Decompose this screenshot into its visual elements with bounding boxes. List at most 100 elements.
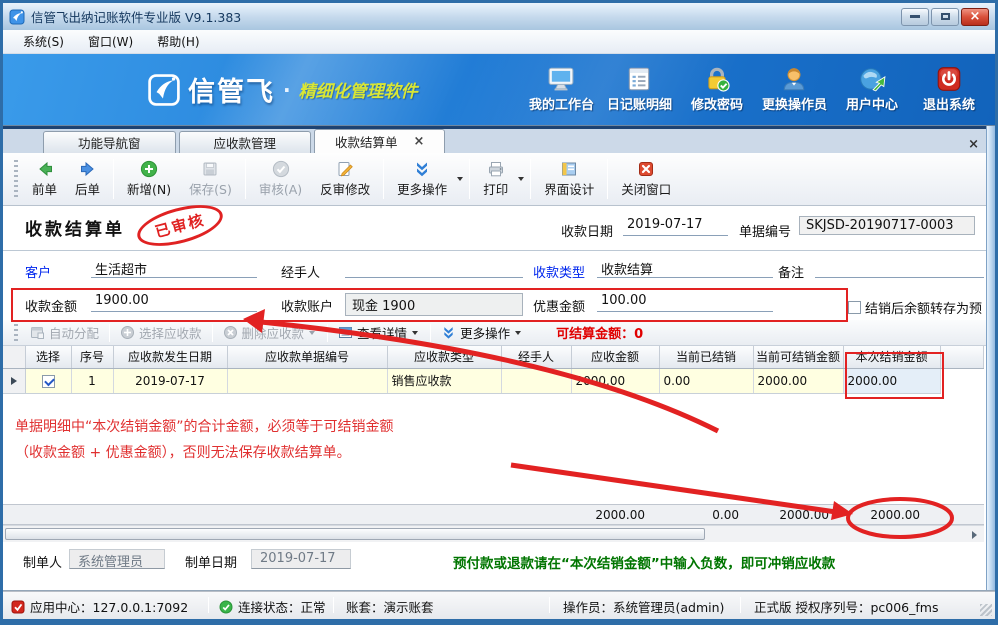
client-area: 功能导航窗 应收款管理 收款结算单 × × 前单 后单 新增(N) [3,125,995,591]
status-bar: 应用中心：127.0.0.1:7092 连接状态：正常 账套：演示账套 操作员：… [3,591,995,619]
maximize-button[interactable] [931,8,959,26]
minimize-button[interactable] [901,8,929,26]
total-settled: 0.00 [659,508,753,522]
print-button[interactable]: 打印 [474,157,517,201]
app-window: 信管飞出纳记账软件专业版 V9.1.383 × 系统(S) 窗口(W) 帮助(H… [0,0,998,625]
workbench-monitor-icon [547,66,575,92]
receipt-date-input[interactable]: 2019-07-17 [623,217,728,236]
menu-window[interactable]: 窗口(W) [78,31,143,52]
resize-grip[interactable] [980,604,992,616]
scrollbar-thumb[interactable] [5,528,705,540]
maximize-icon [941,13,950,20]
title-bar: 信管飞出纳记账软件专业版 V9.1.383 × [3,3,995,30]
total-receivable: 2000.00 [571,508,659,522]
tab-receivable-mgmt[interactable]: 应收款管理 [179,131,312,153]
discount-input[interactable]: 100.00 [597,293,773,312]
scroll-right-icon[interactable] [967,529,981,540]
table-row[interactable]: 1 2019-07-17 销售应收款 2000.00 0.00 2000.00 … [3,368,984,393]
col-select[interactable]: 选择 [25,346,71,368]
banner-action-change-password[interactable]: 修改密码 [685,66,749,113]
more-actions-button[interactable]: 更多操作 [434,321,530,344]
row-select-checkbox[interactable] [25,368,71,393]
col-settled[interactable]: 当前已结销 [659,346,753,368]
grid-header-row: 选择 序号 应收款发生日期 应收款单据编号 应收款类型 经手人 应收金额 当前已… [3,346,984,368]
maker-field: 系统管理员 [69,549,165,569]
cell-receivable: 2000.00 [571,368,659,393]
banner-action-journal[interactable]: 日记账明细 [607,66,672,113]
view-detail-button[interactable]: 查看详情 [331,321,427,344]
banner-action-user-center[interactable]: 用户中心 [840,66,904,113]
doc-no-label: 单据编号 [739,221,791,240]
col-seq[interactable]: 序号 [71,346,113,368]
brand-name: 信管飞 [188,70,275,109]
col-current-settle[interactable]: 本次结销金额 [843,346,940,368]
form-footer: 制单人 系统管理员 制单日期 2019-07-17 预付款或退款请在“本次结销金… [3,542,995,590]
auto-assign-button: 自动分配 [23,321,106,344]
amount-input[interactable]: 1900.00 [91,293,257,312]
receipt-type-input[interactable]: 收款结算 [597,259,773,278]
chevron-down-icon[interactable] [412,331,418,335]
brand-tagline: 精细化管理软件 [299,77,418,102]
cell-current-settle[interactable]: 2000.00 [843,368,940,393]
cell-date: 2019-07-17 [113,368,227,393]
menu-system[interactable]: 系统(S) [13,31,74,52]
col-date[interactable]: 应收款发生日期 [113,346,227,368]
document-toolbar: 前单 后单 新增(N) 保存(S) 审核(A) 反审修改 [3,153,995,206]
col-receivable[interactable]: 应收金额 [571,346,659,368]
ui-design-button[interactable]: 界面设计 [535,157,603,201]
chevron-down-icon[interactable] [457,177,463,181]
more-actions-icon [441,325,456,340]
switch-operator-icon [780,66,808,92]
tab-function-nav[interactable]: 功能导航窗 [43,131,176,153]
discount-label: 优惠金额 [533,296,585,315]
chevron-down-icon[interactable] [515,331,521,335]
next-doc-button[interactable]: 后单 [66,157,109,201]
menu-help[interactable]: 帮助(H) [147,31,209,52]
tab-receipt-settlement[interactable]: 收款结算单 × [314,129,445,153]
doc-no-field: SKJSD-20190717-0003 [799,216,975,235]
status-app-center: 应用中心：127.0.0.1:7092 [11,597,188,616]
vertical-scrollbar[interactable] [986,126,995,590]
row-marker-icon [3,368,25,393]
add-button[interactable]: 新增(N) [118,157,180,201]
banner-action-exit[interactable]: 退出系统 [917,66,981,113]
amount-label: 收款金额 [25,296,77,315]
banner-action-switch-operator[interactable]: 更换操作员 [762,66,827,113]
tab-close-icon[interactable]: × [414,134,425,149]
chevron-down-icon [309,331,315,335]
horizontal-scrollbar[interactable] [3,525,984,542]
customer-input[interactable]: 生活超市 [91,259,257,278]
view-detail-icon [338,325,353,340]
settleable-amount-hint: 可结算金额：0 [556,323,643,342]
col-type[interactable]: 应收款类型 [387,346,501,368]
remark-label: 备注 [778,262,804,281]
delete-receivable-button: 删除应收款 [216,321,325,344]
more-actions-button[interactable]: 更多操作 [388,157,456,201]
transfer-balance-checkbox[interactable]: 结销后余额转存为预 [848,298,982,317]
cell-seq: 1 [71,368,113,393]
prev-doc-button[interactable]: 前单 [23,157,66,201]
add-icon [140,160,158,178]
banner-action-workbench[interactable]: 我的工作台 [529,66,594,113]
remark-input[interactable] [815,259,984,278]
negative-amount-tip: 预付款或退款请在“本次结销金额”中输入负数，即可冲销应收款 [453,552,835,572]
brand-banner: 信管飞 · 精细化管理软件 我的工作台 日记账明细 修改密码 更换操作员 [3,54,995,125]
status-operator: 操作员：系统管理员(admin) [563,597,724,616]
unaudit-button[interactable]: 反审修改 [311,157,379,201]
chevron-down-icon[interactable] [518,177,524,181]
col-handler[interactable]: 经手人 [501,346,571,368]
col-settleable[interactable]: 当前可结销金额 [753,346,843,368]
col-doc-no[interactable]: 应收款单据编号 [227,346,387,368]
annotation-note: 单据明细中“本次结销金额”的合计金额，必须等于可结销金额 （收款金额 + 优惠金… [15,414,394,466]
user-center-globe-icon [858,66,886,92]
connection-ok-icon [219,600,233,614]
handler-input[interactable] [345,259,523,278]
next-doc-icon [79,160,97,178]
close-button[interactable]: × [961,8,989,26]
change-password-lock-icon [703,66,731,92]
tabstrip-close-icon[interactable]: × [968,137,979,152]
brand-block: 信管飞 · 精细化管理软件 [3,70,418,109]
account-picker[interactable]: 现金 1900 [345,293,523,316]
tab-strip: 功能导航窗 应收款管理 收款结算单 × × [3,126,995,153]
close-window-button[interactable]: 关闭窗口 [612,157,680,201]
